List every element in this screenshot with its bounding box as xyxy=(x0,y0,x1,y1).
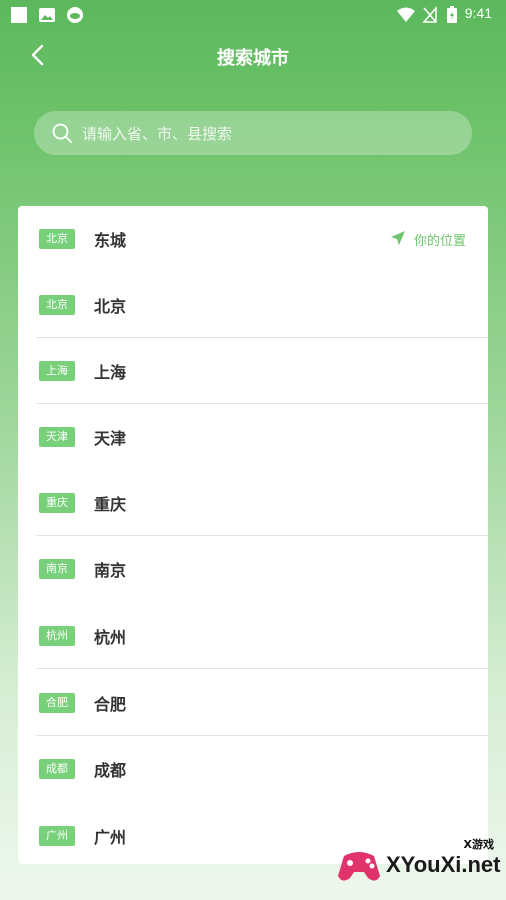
city-province-tag: 合肥 xyxy=(39,693,75,713)
city-name: 重庆 xyxy=(94,495,127,514)
city-row[interactable]: 上海 上海 xyxy=(18,338,488,404)
city-province-tag: 杭州 xyxy=(39,626,75,646)
no-signal-icon xyxy=(422,6,437,23)
city-row[interactable]: 合肥 合肥 xyxy=(18,670,488,736)
your-location-label: 你的位置 xyxy=(413,234,466,249)
city-row[interactable]: 南京 南京 xyxy=(18,536,488,602)
city-name: 杭州 xyxy=(94,628,127,647)
row-divider xyxy=(36,668,488,669)
gamepad-logo-icon xyxy=(338,852,380,881)
city-row[interactable]: 重庆 重庆 xyxy=(18,470,488,536)
city-province-tag: 北京 xyxy=(39,295,75,315)
city-province-tag: 北京 xyxy=(39,229,75,249)
city-row-current[interactable]: 北京 东城 你的位置 xyxy=(18,206,488,272)
battery-icon xyxy=(447,6,457,23)
city-list: 北京 东城 你的位置 北京 北京 上海 上海 天津 天津 重庆 重庆 南京 南京… xyxy=(18,206,488,864)
city-row[interactable]: 天津 天津 xyxy=(18,404,488,470)
city-name: 合肥 xyxy=(94,695,127,714)
city-province-tag: 天津 xyxy=(39,427,75,447)
city-name: 上海 xyxy=(94,363,127,382)
city-name: 南京 xyxy=(94,561,127,580)
city-row[interactable]: 杭州 杭州 xyxy=(18,603,488,669)
city-province-tag: 上海 xyxy=(39,361,75,381)
city-row[interactable]: 成都 成都 xyxy=(18,736,488,802)
city-province-tag: 南京 xyxy=(39,559,75,579)
watermark-text: XYouXi.net xyxy=(386,852,501,877)
city-name: 成都 xyxy=(94,761,127,780)
city-province-tag: 成都 xyxy=(39,759,75,779)
search-input[interactable] xyxy=(80,111,464,157)
status-time: 9:41 xyxy=(464,5,492,21)
city-province-tag: 重庆 xyxy=(39,493,75,513)
page-title: 搜索城市 xyxy=(217,48,289,69)
city-name: 东城 xyxy=(94,231,127,250)
watermark-small-text: X游戏 xyxy=(463,838,494,851)
search-bar[interactable] xyxy=(34,111,472,157)
city-province-tag: 广州 xyxy=(39,826,75,846)
city-row[interactable]: 北京 北京 xyxy=(18,272,488,338)
image-icon xyxy=(39,8,55,22)
city-name: 广州 xyxy=(94,828,127,847)
your-location-indicator: 你的位置 xyxy=(390,230,466,249)
header: 搜索城市 xyxy=(0,32,506,78)
wifi-icon xyxy=(397,7,415,22)
search-icon xyxy=(52,123,72,143)
city-name: 天津 xyxy=(94,429,127,448)
watermark: XYouXi.net X游戏 xyxy=(336,838,501,886)
location-arrow-icon xyxy=(390,231,405,245)
city-name: 北京 xyxy=(94,297,127,316)
cloud-app-icon xyxy=(67,7,83,23)
notification-square-icon xyxy=(11,7,27,23)
status-bar: 9:41 xyxy=(0,0,506,28)
